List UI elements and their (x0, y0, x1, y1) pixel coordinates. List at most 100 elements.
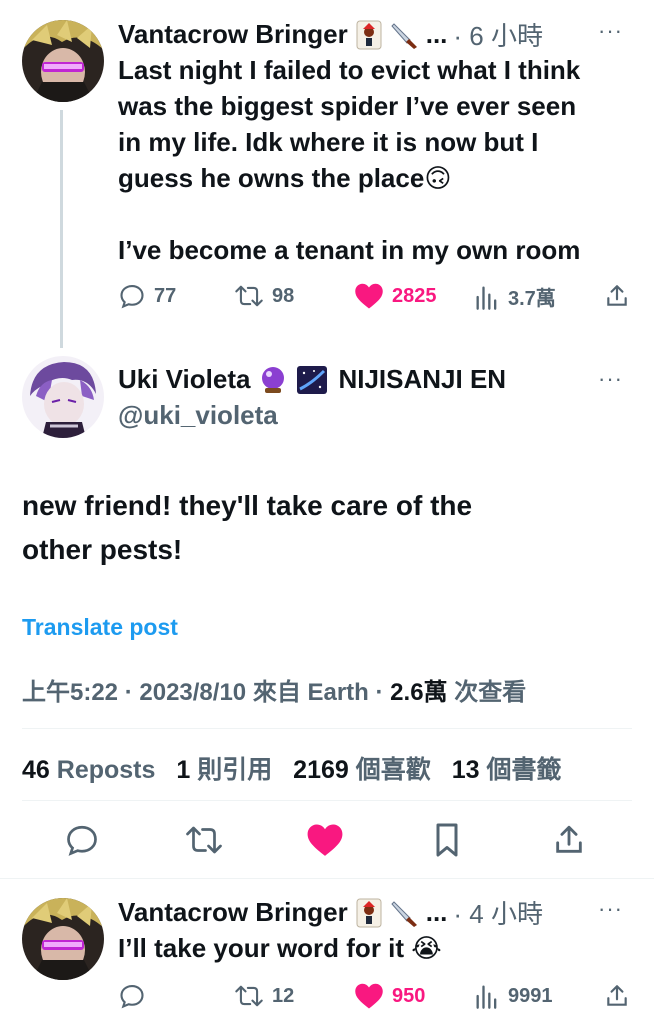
stat-number: 46 (22, 756, 50, 784)
repost-icon (235, 985, 263, 1007)
parent-header: Vantacrow Bringer ... · 6 小時 (118, 16, 543, 53)
stat-reposts[interactable]: 46 Reposts (22, 756, 169, 784)
views-label: 次查看 (447, 679, 527, 706)
main-tweet-text: new friend! they'll take care of the oth… (22, 484, 632, 572)
more-options-button[interactable]: ··· (598, 18, 623, 44)
author-handle[interactable]: @uki_violeta (118, 400, 278, 431)
like-button[interactable] (306, 822, 344, 863)
tweet-text-line: guess he owns the place🙃 (118, 163, 452, 193)
avatar-vantacrow[interactable] (22, 898, 104, 980)
post-meta: 上午5:22 · 2023/8/10 來自 Earth · 2.6萬 次查看 (22, 672, 526, 707)
like-button[interactable]: 950 (354, 982, 425, 1010)
tweet-text-line: I’ve become a tenant in my own room (118, 235, 581, 265)
tweet-text-line: Last night I failed to evict what I thin… (118, 55, 581, 85)
heart-icon (355, 983, 383, 1009)
more-options-button[interactable]: ··· (598, 366, 623, 392)
tweet-text-line: was the biggest spider I’ve ever seen (118, 91, 577, 121)
knife-emoji (390, 20, 420, 50)
like-count: 950 (392, 984, 426, 1007)
post-time[interactable]: 上午5:22 (22, 679, 118, 706)
repost-icon (186, 826, 222, 854)
share-button[interactable] (604, 982, 638, 1010)
stat-bookmarks[interactable]: 13 個書籤 (452, 756, 576, 784)
heart-icon (355, 283, 383, 309)
stat-label: 個書籤 (479, 756, 562, 784)
reply-icon (120, 985, 144, 1009)
reply-tweet-text: I’ll take your word for it 😭 (118, 933, 442, 963)
divider (0, 878, 654, 879)
repost-icon (235, 285, 263, 307)
tweet-text-line: in my life. Idk where it is now but I (118, 127, 539, 157)
meta-separator: · (118, 679, 140, 706)
reply-button[interactable]: 77 (118, 282, 176, 310)
share-icon (607, 985, 627, 1006)
views-count: 9991 (508, 984, 553, 1007)
author-name[interactable]: Vantacrow Bringer (118, 897, 348, 928)
stat-number: 13 (451, 756, 480, 784)
views-count: 3.7萬 (508, 288, 556, 310)
share-button[interactable] (604, 282, 638, 310)
share-button[interactable] (552, 822, 586, 863)
reply-icon (67, 825, 97, 856)
reply-actions: 12 950 9991 (118, 982, 638, 1012)
reply-count: 77 (154, 284, 177, 307)
more-options-button[interactable]: ··· (598, 896, 623, 922)
tweet-text-line: other pests! (22, 534, 183, 565)
views-button[interactable]: 3.7萬 (474, 282, 556, 311)
stat-likes[interactable]: 2169 個喜歡 (293, 756, 445, 784)
reply-button[interactable] (64, 822, 100, 863)
repost-button[interactable]: 98 (234, 282, 294, 310)
stat-label: Reposts (49, 756, 156, 784)
reply-icon (120, 285, 144, 309)
author-name[interactable]: Vantacrow Bringer (118, 19, 348, 50)
stat-quotes[interactable]: 1 則引用 (176, 756, 286, 784)
avatar-image (22, 898, 104, 980)
post-date[interactable]: 2023/8/10 (139, 679, 246, 706)
reply-header: Vantacrow Bringer ... · 4 小時 (118, 894, 543, 931)
stat-number: 1 (176, 756, 191, 784)
divider (22, 728, 632, 729)
avatar-vantacrow[interactable] (22, 20, 104, 102)
name-ellipsis: ... (425, 19, 448, 49)
thread-line (60, 110, 63, 348)
like-count: 2825 (392, 284, 437, 307)
parent-tweet-text: Last night I failed to evict what I thin… (118, 52, 638, 268)
meta-separator: · (368, 679, 391, 706)
main-header: Uki Violeta NIJISANJI EN (118, 364, 506, 395)
repost-count: 12 (272, 984, 295, 1007)
author-name[interactable]: Uki Violeta (118, 364, 250, 395)
post-time[interactable]: · 4 小時 (453, 894, 543, 931)
share-icon (607, 285, 627, 306)
main-actions (0, 822, 654, 862)
reply-button[interactable] (118, 982, 154, 1010)
name-ellipsis: ... (425, 897, 448, 927)
stat-number: 2169 (293, 756, 349, 784)
repost-count: 98 (272, 284, 295, 307)
stat-label: 個喜歡 (348, 756, 431, 784)
views-number: 2.6萬 (390, 679, 448, 706)
views-button[interactable]: 9991 (474, 982, 553, 1010)
avatar-uki[interactable] (22, 356, 104, 438)
knife-emoji (390, 898, 420, 928)
share-icon (556, 825, 582, 853)
stat-label: 則引用 (190, 756, 273, 784)
bookmark-icon (436, 823, 458, 857)
post-stats: 46 Reposts 1 則引用 2169 個喜歡 13 個書籤 (22, 750, 575, 786)
joker-card-emoji (356, 898, 382, 928)
post-source: 來自 Earth (246, 679, 369, 706)
heart-icon (307, 824, 343, 856)
joker-card-emoji (356, 20, 382, 50)
repost-button[interactable]: 12 (234, 982, 294, 1010)
repost-button[interactable] (184, 822, 224, 863)
views-icon (476, 985, 497, 1009)
like-button[interactable]: 2825 (354, 282, 437, 310)
tweet-text-line: new friend! they'll take care of the (22, 490, 473, 521)
tweet-text-spacer (118, 196, 638, 232)
post-time[interactable]: · 6 小時 (453, 16, 543, 53)
crystal-ball-emoji (258, 365, 288, 395)
affiliation-label: NIJISANJI EN (338, 364, 507, 394)
translate-post-link[interactable]: Translate post (22, 614, 178, 641)
parent-actions: 77 98 2825 3.7萬 (118, 282, 638, 312)
views-icon (476, 286, 497, 310)
bookmark-button[interactable] (430, 822, 464, 863)
